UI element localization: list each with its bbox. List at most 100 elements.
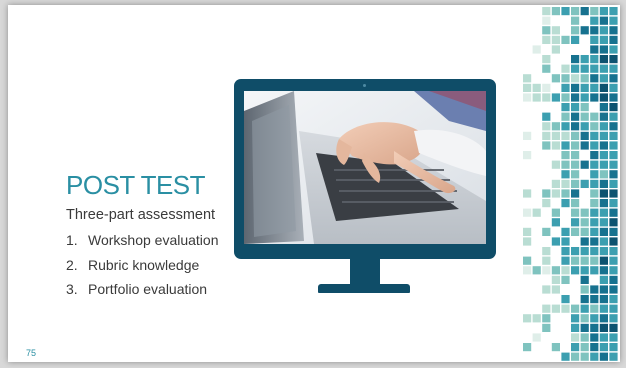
pixel-tile (571, 227, 580, 236)
pixel-tile (580, 208, 589, 217)
pixel-tile (571, 304, 580, 313)
pixel-tile (590, 7, 599, 16)
pixel-tile (561, 112, 570, 121)
pixel-tile (580, 112, 589, 121)
pixel-tile (590, 112, 599, 121)
pixel-tile (542, 266, 551, 275)
pixel-tile (609, 352, 618, 361)
pixel-tile (590, 256, 599, 265)
pixel-tile (599, 93, 608, 102)
pixel-tile (609, 74, 618, 83)
pixel-tile (561, 256, 570, 265)
pixel-tile (571, 323, 580, 332)
pixel-tile (571, 55, 580, 64)
pixel-tile (599, 189, 608, 198)
pixel-tile (571, 93, 580, 102)
pixel-tile (523, 237, 532, 246)
pixel-tile (609, 323, 618, 332)
pixel-tile (542, 83, 551, 92)
pixel-tile (561, 199, 570, 208)
pixel-tile (599, 323, 608, 332)
list-item-number: 3. (66, 281, 78, 297)
pixel-tile (542, 16, 551, 25)
pixel-tile (571, 16, 580, 25)
pixel-tile (571, 208, 580, 217)
pixel-tile (599, 256, 608, 265)
list-item-label: Workshop evaluation (88, 232, 219, 248)
pixel-tile (599, 333, 608, 342)
pixel-tile (571, 122, 580, 131)
pixel-tile (599, 26, 608, 35)
pixel-tile (609, 160, 618, 169)
pixel-tile (609, 7, 618, 16)
pixel-tile (599, 237, 608, 246)
pixel-tile (590, 55, 599, 64)
pixel-tile (523, 256, 532, 265)
pixel-tile (599, 7, 608, 16)
page-number: 75 (26, 348, 37, 358)
pixel-tile (551, 74, 560, 83)
pixel-tile (542, 304, 551, 313)
pixel-tile (609, 304, 618, 313)
pixel-tile (551, 7, 560, 16)
pixel-tile (551, 35, 560, 44)
pixel-tile (599, 266, 608, 275)
pixel-tile (542, 227, 551, 236)
pixel-tile (551, 131, 560, 140)
pixel-tile (523, 227, 532, 236)
pixel-tile (542, 141, 551, 150)
pixel-tile (551, 275, 560, 284)
pixel-tile (542, 131, 551, 140)
pixel-tile (609, 131, 618, 140)
pixel-tile (571, 112, 580, 121)
pixel-tile (599, 141, 608, 150)
pixel-tile (599, 83, 608, 92)
list-item: 2. Rubric knowledge (66, 253, 218, 278)
pixel-tile (571, 64, 580, 73)
pixel-tile (609, 314, 618, 323)
pixel-tile (571, 333, 580, 342)
pixel-tile (609, 247, 618, 256)
pixel-tile (542, 256, 551, 265)
pixel-tile (580, 103, 589, 112)
pixel-tile (523, 151, 532, 160)
pixel-tile (532, 45, 541, 54)
pixel-tile (523, 189, 532, 198)
pixel-tile (571, 189, 580, 198)
pixel-tile (609, 16, 618, 25)
pixel-tile (523, 208, 532, 217)
pixel-tile (609, 26, 618, 35)
pixel-tile (599, 352, 608, 361)
pixel-tile (561, 189, 570, 198)
pixel-tile (561, 304, 570, 313)
assessment-list: 1. Workshop evaluation 2. Rubric knowledge… (66, 228, 218, 302)
pixel-tile (551, 343, 560, 352)
pixel-tile (542, 285, 551, 294)
pixel-tile (551, 93, 560, 102)
pixel-tile (580, 247, 589, 256)
pixel-tile (580, 333, 589, 342)
pixel-tile (571, 247, 580, 256)
pixel-tile (590, 160, 599, 169)
list-item-number: 1. (66, 232, 78, 248)
pixel-tile (580, 285, 589, 294)
camera-icon (363, 84, 366, 87)
pixel-tile (551, 266, 560, 275)
monitor-stand-base (318, 284, 410, 293)
pixel-tile (609, 141, 618, 150)
pixel-tile (599, 64, 608, 73)
pixel-tile (609, 208, 618, 217)
pixel-tile (561, 103, 570, 112)
pixel-tile (571, 74, 580, 83)
pixel-tile (561, 227, 570, 236)
pixel-tile (523, 343, 532, 352)
laptop-typing-illustration (244, 91, 486, 244)
pixel-tile (590, 122, 599, 131)
pixel-tile (561, 64, 570, 73)
list-item-number: 2. (66, 256, 78, 273)
pixel-tile (590, 189, 599, 198)
pixel-tile (590, 227, 599, 236)
pixel-tile (561, 266, 570, 275)
pixel-tile (580, 93, 589, 102)
pixel-tile (580, 131, 589, 140)
